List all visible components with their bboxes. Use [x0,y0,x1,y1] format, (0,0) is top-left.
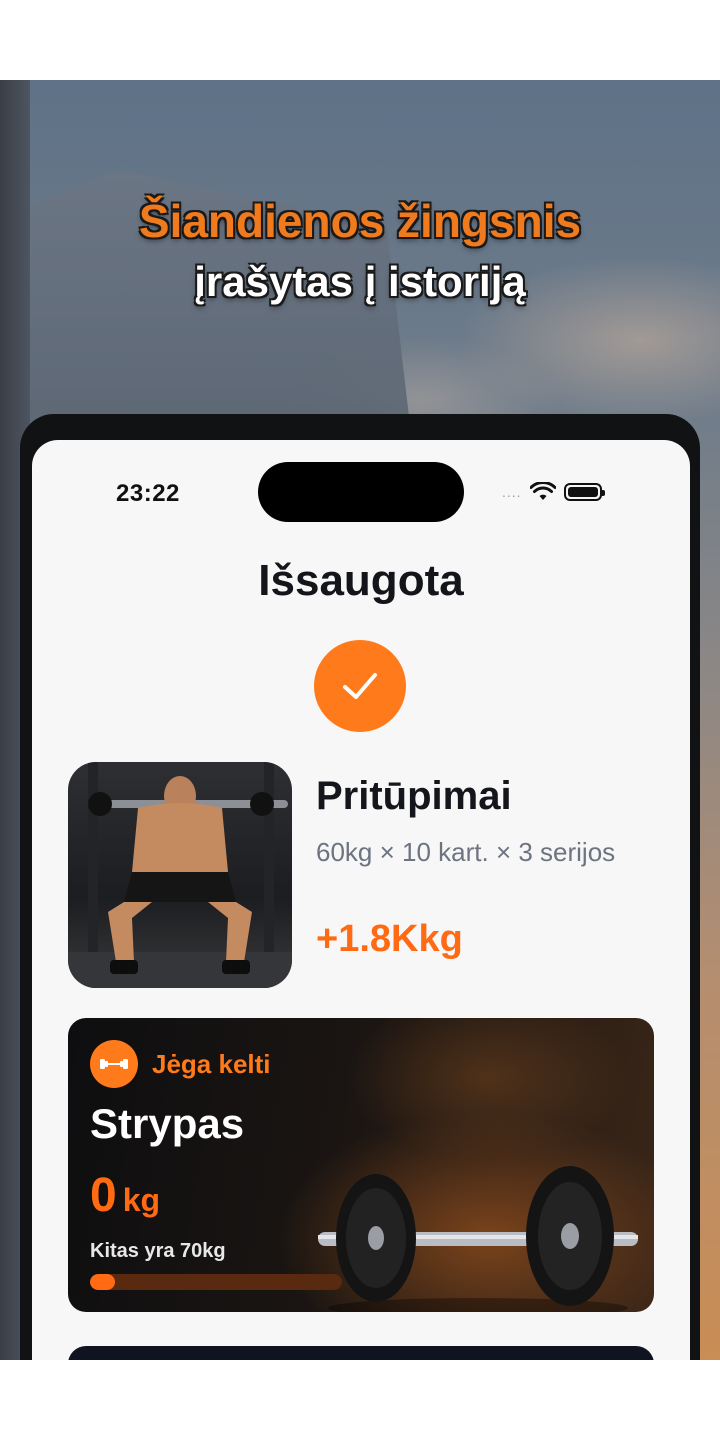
exercise-name: Pritūpimai [316,774,512,818]
card-weight: 0 kg [90,1168,160,1223]
barbell-icon [318,1166,638,1312]
battery-icon [563,483,605,501]
card-weight-value: 0 [90,1169,117,1222]
wifi-icon [529,482,556,500]
exercise-description: 60kg × 10 kart. × 3 serijos [316,837,616,867]
progress-fill [90,1274,116,1290]
checkmark-icon [314,640,406,732]
card-badge: Jėga kelti [90,1040,271,1088]
status-bar: 23:22 .... [32,440,690,550]
dynamic-island [258,462,464,522]
progress-bar [90,1274,342,1290]
page-title: Išsaugota [258,556,464,605]
card-title: Strypas [90,1100,245,1147]
signal-dots: .... [502,484,522,500]
status-time: 23:22 [116,480,180,507]
next-card-partial [68,1346,654,1360]
status-icons: .... [502,482,605,502]
exercise-gain: +1.8Kkg [316,918,463,960]
promo-headline: Šiandienos žingsnis įrašytas į istoriją [0,190,720,312]
headline-line-2: įrašytas į istoriją [194,258,526,305]
exercise-summary: Pritūpimai 60kg × 10 kart. × 3 serijos +… [68,762,668,990]
card-weight-unit: kg [122,1182,161,1218]
dumbbell-icon [90,1040,138,1088]
strength-card[interactable]: Jėga kelti Strypas 0 kg Kitas yra 70kg [68,1018,654,1312]
card-badge-label: Jėga kelti [152,1048,271,1079]
exercise-image [68,762,292,988]
headline-line-1: Šiandienos žingsnis [138,195,582,247]
phone-screen: 23:22 .... Išsaugota Pritūpimai 60kg × 1… [32,440,690,1360]
card-next-label: Kitas yra 70kg [90,1240,226,1262]
phone-frame: 23:22 .... Išsaugota Pritūpimai 60kg × 1… [20,414,700,1360]
